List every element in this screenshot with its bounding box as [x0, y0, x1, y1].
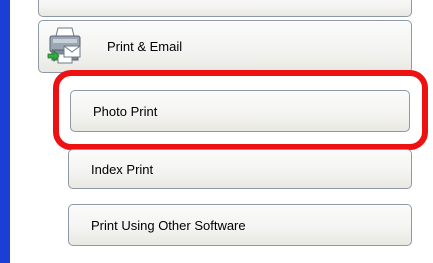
print-email-button[interactable]: Print & Email — [38, 20, 412, 73]
index-print-label: Index Print — [91, 161, 154, 177]
print-email-label: Print & Email — [107, 39, 183, 54]
printer-icon — [44, 24, 84, 68]
panel: Print & Email Photo Print Index Print Pr… — [0, 0, 433, 263]
photo-print-button[interactable]: Photo Print — [70, 90, 410, 132]
left-strip — [0, 0, 10, 263]
photo-print-label: Photo Print — [93, 103, 158, 119]
index-print-button[interactable]: Index Print — [68, 149, 412, 189]
print-other-software-button[interactable]: Print Using Other Software — [68, 204, 412, 246]
print-other-software-label: Print Using Other Software — [91, 217, 246, 233]
previous-section-button[interactable] — [38, 0, 412, 17]
